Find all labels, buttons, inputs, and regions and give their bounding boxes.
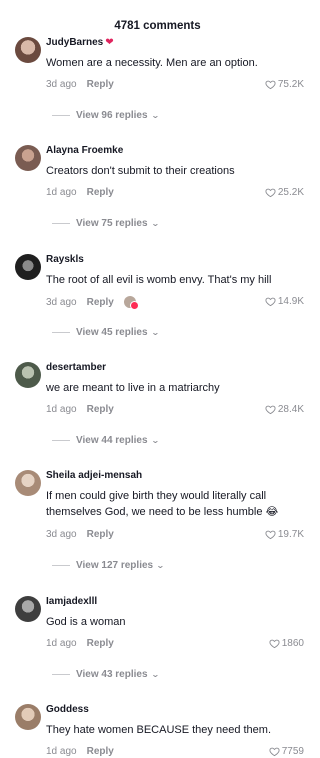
heart-outline-icon bbox=[269, 747, 280, 757]
chevron-down-icon: ⌄ bbox=[150, 219, 160, 228]
like-count: 25.2K bbox=[277, 187, 304, 198]
comment-text: They hate women BECAUSE they need them. bbox=[46, 724, 272, 736]
like-button[interactable]: 7759 bbox=[269, 746, 304, 757]
heart-outline-icon bbox=[265, 405, 276, 415]
view-replies-button[interactable]: View 75 replies ⌄ bbox=[52, 218, 160, 229]
heart-outline-icon bbox=[269, 639, 280, 649]
avatar[interactable] bbox=[15, 362, 41, 388]
divider bbox=[52, 115, 70, 116]
reply-button[interactable]: Reply bbox=[87, 638, 114, 649]
comment-username[interactable]: Alayna Froemke bbox=[46, 145, 123, 156]
comment-meta: 1d ago Reply bbox=[46, 746, 114, 757]
reply-button[interactable]: Reply bbox=[87, 187, 114, 198]
avatar[interactable] bbox=[15, 145, 41, 171]
comment-username[interactable]: Rayskls bbox=[46, 254, 84, 265]
divider bbox=[52, 332, 70, 333]
comment-meta: 1d ago Reply bbox=[46, 187, 114, 198]
avatar[interactable] bbox=[15, 254, 41, 280]
like-button[interactable]: 1860 bbox=[269, 638, 304, 649]
comment-text: The root of all evil is womb envy. That'… bbox=[46, 274, 272, 286]
divider bbox=[52, 223, 70, 224]
like-count: 19.7K bbox=[277, 529, 304, 540]
avatar[interactable] bbox=[15, 596, 41, 622]
view-replies-button[interactable]: View 45 replies ⌄ bbox=[52, 327, 160, 338]
reply-button[interactable]: Reply bbox=[87, 404, 114, 415]
view-replies-button[interactable]: View 96 replies ⌄ bbox=[52, 110, 160, 121]
like-count: 75.2K bbox=[277, 79, 304, 90]
comment-age: 1d ago bbox=[46, 638, 77, 649]
comment-age: 3d ago bbox=[46, 296, 77, 308]
divider bbox=[52, 674, 70, 675]
comments-count-title: 4781 comments bbox=[114, 20, 201, 32]
divider bbox=[52, 565, 70, 566]
view-replies-button[interactable]: View 127 replies ⌄ bbox=[52, 560, 165, 571]
comment-age: 3d ago bbox=[46, 529, 77, 540]
comment-meta: 3d ago Reply bbox=[46, 296, 139, 310]
like-count: 1860 bbox=[281, 638, 304, 649]
comment-meta: 3d ago Reply bbox=[46, 79, 114, 90]
comment-username[interactable]: desertamber bbox=[46, 362, 106, 373]
like-button[interactable]: 14.9K bbox=[265, 296, 304, 307]
comment-text: Women are a necessity. Men are an option… bbox=[46, 57, 258, 69]
heart-outline-icon bbox=[265, 80, 276, 90]
view-replies-button[interactable]: View 44 replies ⌄ bbox=[52, 435, 160, 446]
like-count: 14.9K bbox=[277, 296, 304, 307]
avatar[interactable] bbox=[15, 704, 41, 730]
comment-username[interactable]: JudyBarnes ❤ bbox=[46, 37, 114, 48]
creator-liked-avatar bbox=[123, 296, 139, 310]
heart-badge-icon: ❤ bbox=[105, 36, 114, 48]
like-count: 7759 bbox=[281, 746, 304, 757]
like-button[interactable]: 25.2K bbox=[265, 187, 304, 198]
reply-button[interactable]: Reply bbox=[87, 529, 114, 540]
chevron-down-icon: ⌄ bbox=[156, 561, 165, 570]
comment-age: 1d ago bbox=[46, 187, 77, 198]
chevron-down-icon: ⌄ bbox=[150, 328, 160, 337]
comment-text: God is a woman bbox=[46, 616, 126, 628]
like-button[interactable]: 28.4K bbox=[265, 404, 304, 415]
avatar[interactable] bbox=[15, 470, 41, 496]
like-button[interactable]: 19.7K bbox=[265, 529, 304, 540]
comment-text: Creators don't submit to their creations bbox=[46, 165, 235, 177]
comment-age: 1d ago bbox=[46, 404, 77, 415]
view-replies-button[interactable]: View 43 replies ⌄ bbox=[52, 669, 160, 680]
comment-username[interactable]: Iamjadexlll bbox=[46, 596, 97, 607]
heart-outline-icon bbox=[265, 297, 276, 307]
heart-outline-icon bbox=[265, 530, 276, 540]
chevron-down-icon: ⌄ bbox=[150, 111, 160, 120]
reply-button[interactable]: Reply bbox=[87, 79, 114, 90]
comment-meta: 1d ago Reply bbox=[46, 404, 114, 415]
comment-text: If men could give birth they would liter… bbox=[46, 490, 279, 518]
divider bbox=[52, 440, 70, 441]
chevron-down-icon: ⌄ bbox=[150, 670, 160, 679]
heart-outline-icon bbox=[265, 188, 276, 198]
comment-username[interactable]: Goddess bbox=[46, 704, 89, 715]
comment-username[interactable]: Sheila adjei-mensah bbox=[46, 470, 142, 481]
comment-meta: 1d ago Reply bbox=[46, 638, 114, 649]
comment-age: 1d ago bbox=[46, 746, 77, 757]
reply-button[interactable]: Reply bbox=[87, 746, 114, 757]
chevron-down-icon: ⌄ bbox=[150, 436, 160, 445]
comment-meta: 3d ago Reply bbox=[46, 529, 114, 540]
reply-button[interactable]: Reply bbox=[87, 297, 114, 308]
comment-text: we are meant to live in a matriarchy bbox=[46, 382, 220, 394]
like-count: 28.4K bbox=[277, 404, 304, 415]
comment-age: 3d ago bbox=[46, 79, 77, 90]
avatar[interactable] bbox=[15, 37, 41, 63]
like-button[interactable]: 75.2K bbox=[265, 79, 304, 90]
